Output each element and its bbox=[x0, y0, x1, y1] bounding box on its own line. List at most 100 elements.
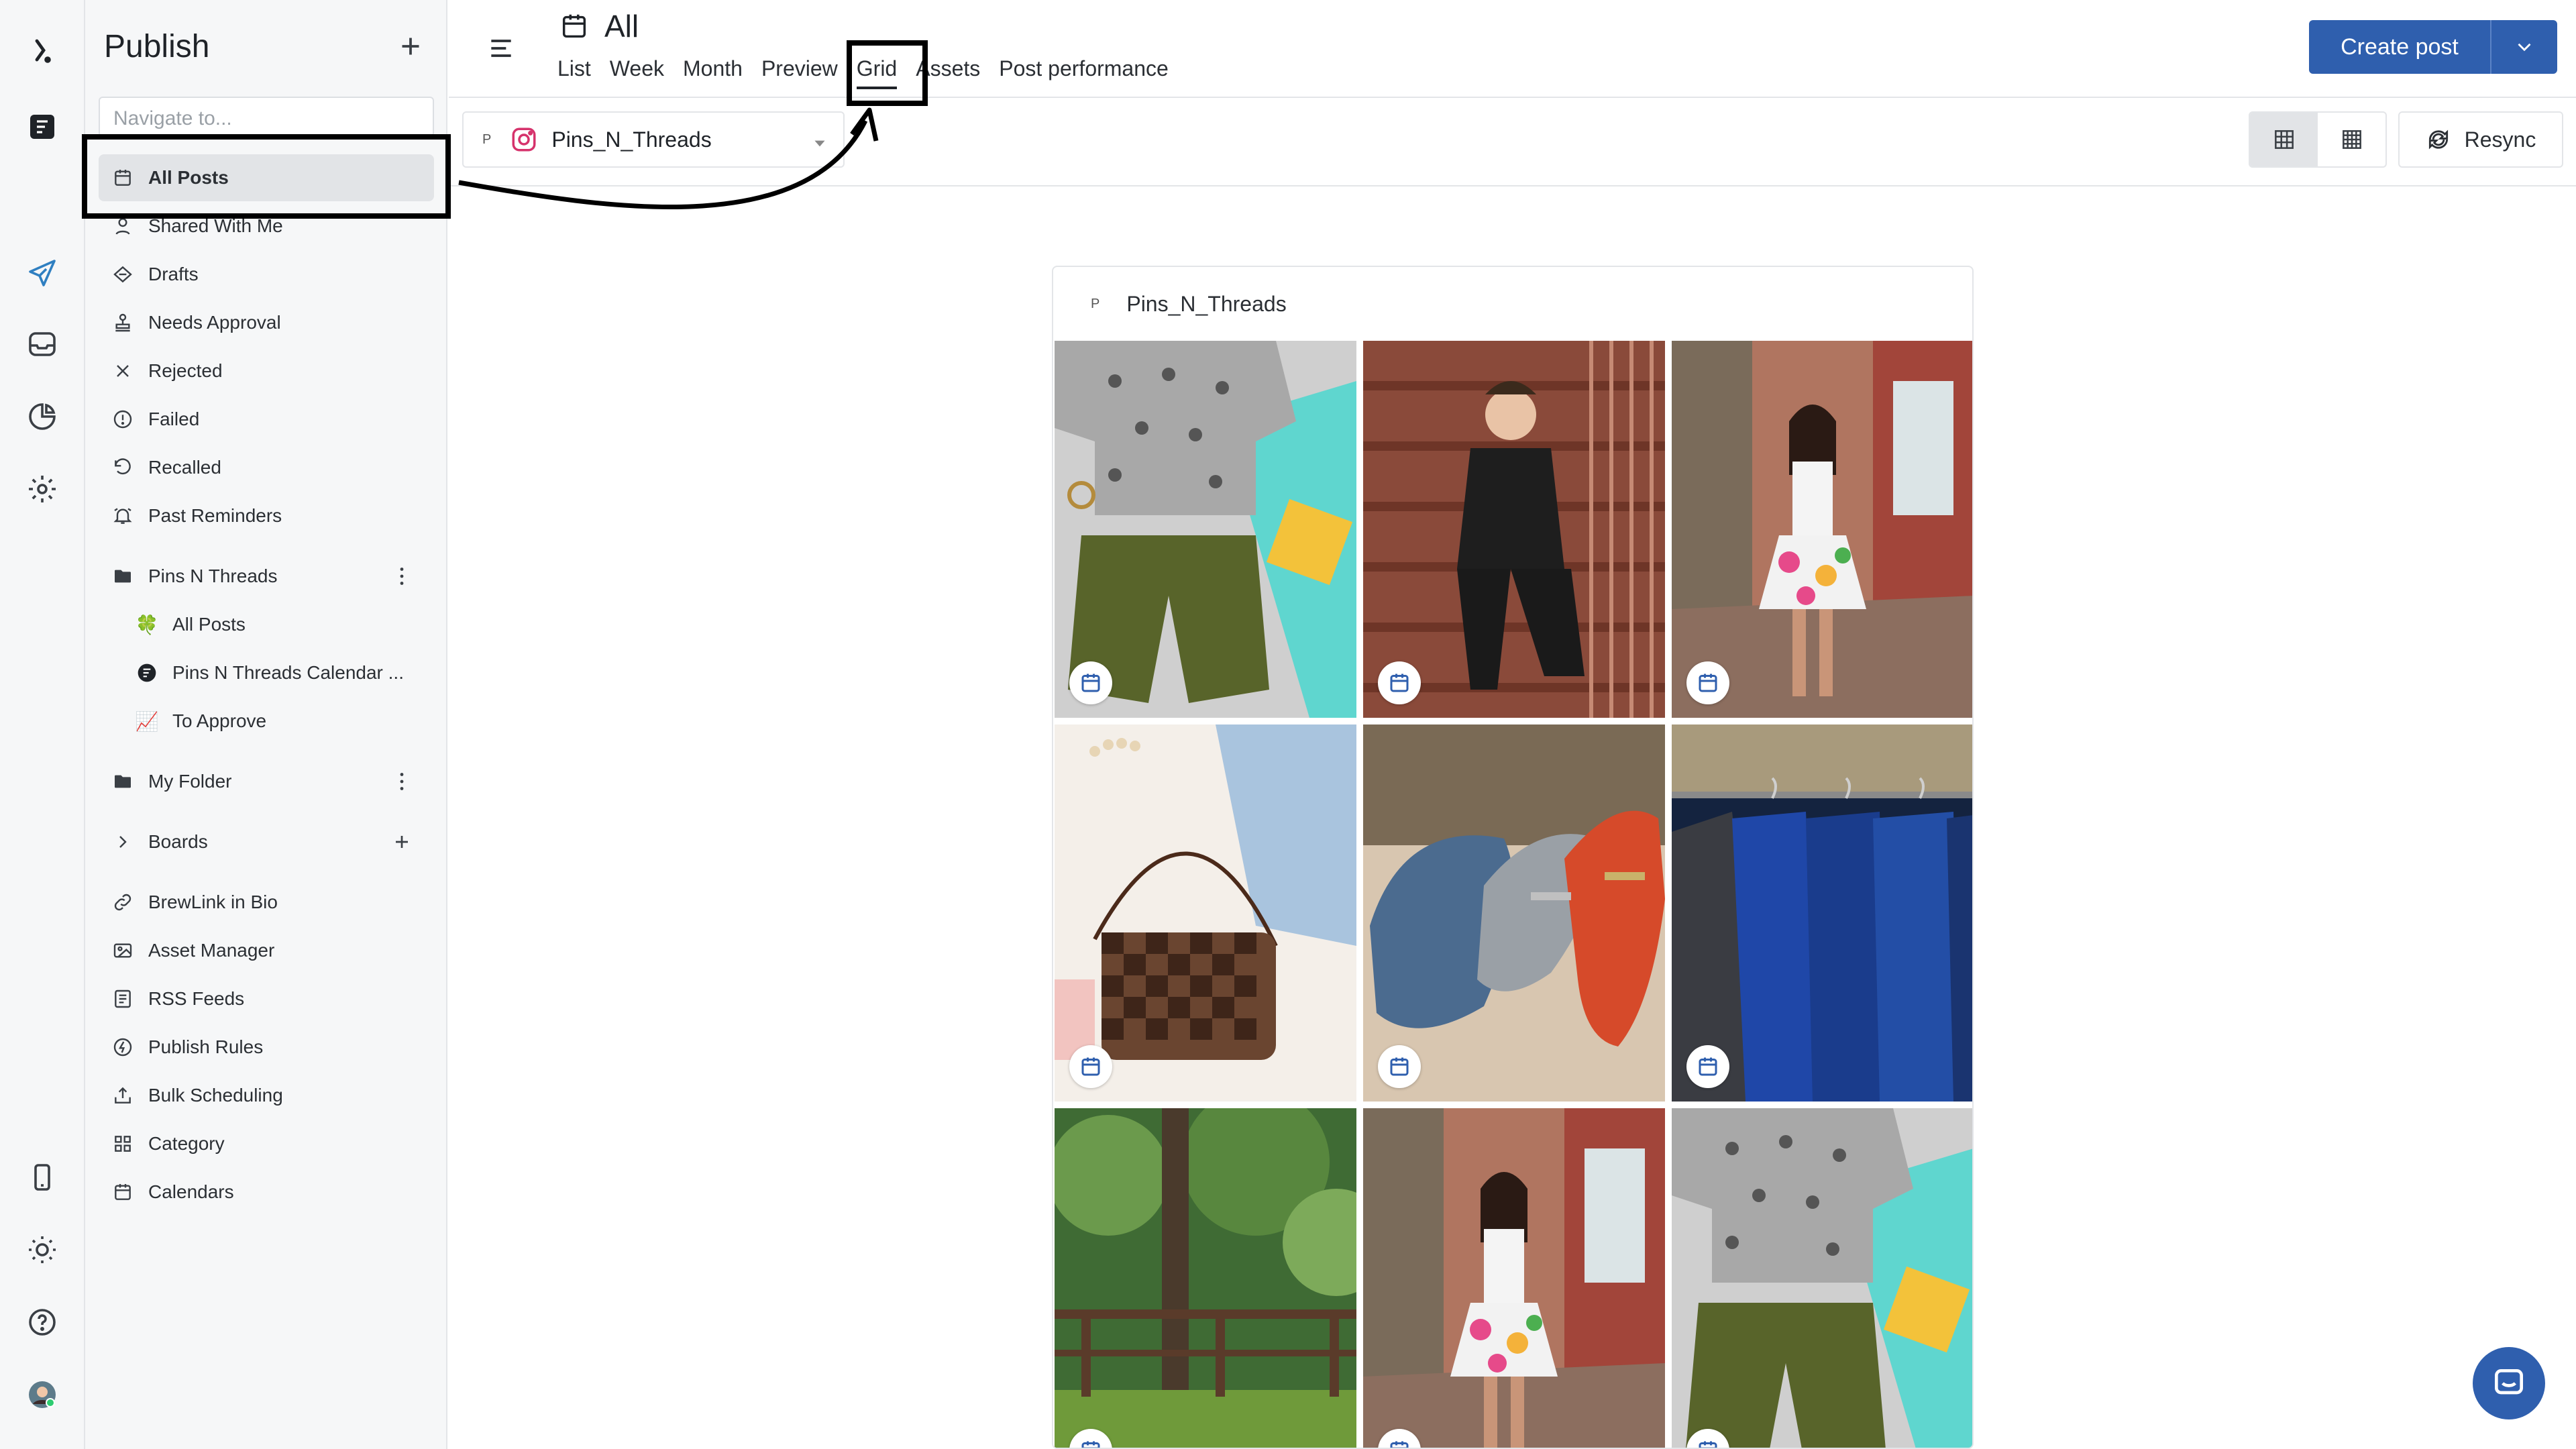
highlight-grid-tab bbox=[847, 40, 928, 106]
more-vertical-icon[interactable] bbox=[390, 769, 414, 794]
forest-fence-photo bbox=[1055, 1108, 1356, 1448]
tool-label: Calendars bbox=[148, 1181, 234, 1202]
tool-label: RSS Feeds bbox=[148, 988, 245, 1009]
app-logo-icon[interactable] bbox=[23, 31, 62, 70]
feed-tile[interactable] bbox=[1055, 341, 1356, 718]
help-icon[interactable] bbox=[23, 1303, 62, 1342]
grid-size-toggle bbox=[2249, 111, 2387, 168]
scheduled-calendar-icon bbox=[1378, 661, 1421, 704]
folder-item-to-approve[interactable]: 📈 To Approve bbox=[99, 698, 434, 745]
scheduled-calendar-icon bbox=[1378, 1045, 1421, 1088]
caret-down-icon bbox=[811, 133, 828, 150]
theme-sun-icon[interactable] bbox=[23, 1230, 62, 1269]
instagram-feed-preview: P Pins_N_Threads bbox=[1052, 266, 1974, 1449]
tab-post-performance[interactable]: Post performance bbox=[999, 56, 1169, 89]
tool-brewlink[interactable]: BrewLink in Bio bbox=[99, 879, 434, 926]
sidebar-item-label: Rejected bbox=[148, 360, 223, 381]
publish-icon[interactable] bbox=[23, 254, 62, 292]
folder-item-label: To Approve bbox=[172, 710, 267, 731]
folder-item-all-posts[interactable]: 🍀 All Posts bbox=[99, 601, 434, 648]
resync-label: Resync bbox=[2464, 127, 2536, 152]
undo-icon bbox=[111, 455, 135, 480]
rss-icon bbox=[111, 987, 135, 1011]
feed-tile[interactable] bbox=[1363, 1108, 1665, 1448]
feed-tile[interactable] bbox=[1672, 724, 1972, 1102]
feed-tile[interactable] bbox=[1672, 341, 1972, 718]
create-post-button[interactable]: Create post bbox=[2309, 20, 2557, 74]
tab-week[interactable]: Week bbox=[610, 56, 664, 89]
inbox-icon[interactable] bbox=[23, 325, 62, 364]
scheduled-calendar-icon bbox=[1686, 661, 1729, 704]
chevron-down-icon[interactable] bbox=[2490, 20, 2557, 74]
boards-section[interactable]: Boards bbox=[99, 818, 434, 865]
refresh-icon bbox=[2428, 129, 2448, 150]
page-title: All bbox=[559, 8, 639, 44]
sidebar-item-recalled[interactable]: Recalled bbox=[99, 444, 434, 491]
sidebar-item-past-reminders[interactable]: Past Reminders bbox=[99, 492, 434, 539]
man-on-stairs-photo bbox=[1363, 341, 1665, 718]
tab-list[interactable]: List bbox=[557, 56, 591, 89]
settings-gear-icon[interactable] bbox=[23, 470, 62, 508]
woman-floral-skirt-photo bbox=[1363, 1108, 1665, 1448]
page-title-text: All bbox=[604, 9, 639, 44]
folder-icon bbox=[111, 769, 135, 794]
menu-icon[interactable] bbox=[486, 34, 516, 63]
user-avatar[interactable] bbox=[23, 1375, 62, 1414]
chat-support-icon[interactable] bbox=[2473, 1347, 2545, 1419]
calendar-icon bbox=[559, 11, 590, 42]
workspace-icon[interactable] bbox=[23, 107, 62, 146]
folder-label: My Folder bbox=[148, 771, 232, 792]
upload-icon bbox=[111, 1083, 135, 1108]
grid-large-icon[interactable] bbox=[2250, 113, 2318, 166]
tshirt-shorts-photo bbox=[1672, 1108, 1972, 1448]
navigate-input[interactable]: Navigate to... bbox=[99, 97, 434, 137]
woman-floral-skirt-photo bbox=[1672, 341, 1972, 718]
folder-item-calendar[interactable]: Pins N Threads Calendar ... bbox=[99, 649, 434, 696]
alarm-icon bbox=[111, 504, 135, 528]
sidebar-item-label: Drafts bbox=[148, 264, 199, 284]
resync-button[interactable]: Resync bbox=[2398, 111, 2563, 168]
sidebar-item-rejected[interactable]: Rejected bbox=[99, 347, 434, 394]
feed-grid bbox=[1053, 341, 1972, 1448]
tab-preview[interactable]: Preview bbox=[761, 56, 838, 89]
folder-my-folder[interactable]: My Folder bbox=[99, 758, 434, 805]
feed-account-name: Pins_N_Threads bbox=[1126, 291, 1287, 316]
tshirt-shorts-photo bbox=[1055, 341, 1356, 718]
grid-small-icon[interactable] bbox=[2318, 113, 2385, 166]
tool-rss-feeds[interactable]: RSS Feeds bbox=[99, 975, 434, 1022]
instagram-icon bbox=[510, 125, 538, 154]
feed-tile[interactable] bbox=[1672, 1108, 1972, 1448]
feed-tile[interactable] bbox=[1055, 724, 1356, 1102]
tool-bulk-scheduling[interactable]: Bulk Scheduling bbox=[99, 1072, 434, 1119]
folder-pins-n-threads[interactable]: Pins N Threads bbox=[99, 553, 434, 600]
scheduled-calendar-icon bbox=[1069, 661, 1112, 704]
account-select[interactable]: P Pins_N_Threads bbox=[462, 111, 845, 168]
tool-category[interactable]: Category bbox=[99, 1120, 434, 1167]
tool-asset-manager[interactable]: Asset Manager bbox=[99, 927, 434, 974]
sidebar-item-failed[interactable]: Failed bbox=[99, 396, 434, 443]
image-icon bbox=[111, 938, 135, 963]
tool-publish-rules[interactable]: Publish Rules bbox=[99, 1024, 434, 1071]
sidebar-item-label: Failed bbox=[148, 409, 200, 429]
feed-tile[interactable] bbox=[1363, 341, 1665, 718]
tool-label: BrewLink in Bio bbox=[148, 892, 278, 912]
tab-month[interactable]: Month bbox=[683, 56, 743, 89]
close-icon bbox=[111, 359, 135, 383]
tool-calendars[interactable]: Calendars bbox=[99, 1169, 434, 1216]
account-name: Pins_N_Threads bbox=[551, 127, 712, 152]
folder-label: Pins N Threads bbox=[148, 566, 278, 586]
feed-tile[interactable] bbox=[1055, 1108, 1356, 1448]
sidebar-item-label: Past Reminders bbox=[148, 505, 282, 526]
feed-tile[interactable] bbox=[1363, 724, 1665, 1102]
add-board-icon[interactable] bbox=[390, 830, 414, 854]
mobile-app-icon[interactable] bbox=[23, 1158, 62, 1197]
sidebar-item-drafts[interactable]: Drafts bbox=[99, 251, 434, 298]
loafers-photo bbox=[1363, 724, 1665, 1102]
add-icon[interactable] bbox=[394, 30, 427, 63]
boards-label: Boards bbox=[148, 831, 208, 852]
sidebar-item-needs-approval[interactable]: Needs Approval bbox=[99, 299, 434, 346]
more-vertical-icon[interactable] bbox=[390, 564, 414, 588]
alert-circle-icon bbox=[111, 407, 135, 431]
feed-header: P Pins_N_Threads bbox=[1053, 267, 1972, 341]
analytics-icon[interactable] bbox=[23, 397, 62, 436]
